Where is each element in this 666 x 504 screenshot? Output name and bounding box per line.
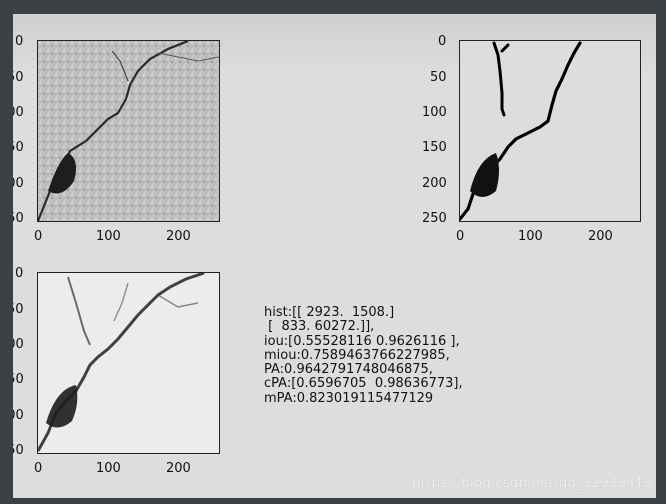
x-tick-label: 0 bbox=[456, 229, 465, 244]
prediction-panel bbox=[37, 272, 220, 454]
x-tick-label: 200 bbox=[166, 461, 191, 476]
x-tick-label: 0 bbox=[34, 229, 43, 244]
x-tick-label: 100 bbox=[96, 229, 121, 244]
x-tick-label: 200 bbox=[588, 229, 613, 244]
figure-canvas: 0 50 100 150 200 250 0 100 200 0 50 100 … bbox=[13, 14, 656, 498]
window-frame: 0 50 100 150 200 250 0 100 200 0 50 100 … bbox=[0, 0, 666, 504]
y-tick-label: 200 bbox=[422, 176, 447, 191]
y-tick-label: 50 bbox=[13, 302, 24, 317]
y-tick-label: 200 bbox=[13, 176, 24, 191]
y-tick-label: 0 bbox=[15, 34, 24, 49]
y-tick-label: 50 bbox=[430, 70, 447, 85]
prediction-image bbox=[38, 273, 205, 452]
y-tick-label: 250 bbox=[13, 211, 24, 226]
y-tick-label: 150 bbox=[13, 140, 24, 155]
y-tick-label: 100 bbox=[13, 337, 24, 352]
x-tick-label: 0 bbox=[34, 461, 43, 476]
hist-text: hist:[[ 2923. 1508.] [ 833. 60272.]], bbox=[264, 305, 395, 335]
mpa-text: mPA:0.823019115477129 bbox=[264, 390, 434, 406]
x-tick-label: 100 bbox=[518, 229, 543, 244]
iou-text: iou:[0.55528116 0.9626116 ], bbox=[264, 333, 460, 349]
y-tick-label: 0 bbox=[438, 34, 447, 49]
y-tick-label: 200 bbox=[13, 408, 24, 423]
pa-text: PA:0.9642791748046875, bbox=[264, 362, 433, 378]
y-tick-label: 100 bbox=[422, 105, 447, 120]
x-tick-label: 100 bbox=[96, 461, 121, 476]
watermark-text: https://blog.csdn.net/qq_32939413 bbox=[412, 475, 653, 491]
x-tick-label: 200 bbox=[166, 229, 191, 244]
y-tick-label: 100 bbox=[13, 105, 24, 120]
ground-truth-image bbox=[460, 41, 582, 221]
y-tick-label: 150 bbox=[422, 140, 447, 155]
y-tick-label: 250 bbox=[422, 211, 447, 226]
y-tick-label: 0 bbox=[15, 266, 24, 281]
input-image bbox=[38, 41, 219, 221]
input-image-panel bbox=[37, 40, 220, 222]
cpa-text: cPA:[0.6596705 0.98636773], bbox=[264, 376, 463, 392]
metrics-text: hist:[[ 2923. 1508.] [ 833. 60272.]], io… bbox=[264, 305, 463, 406]
miou-text: miou:0.7589463766227985, bbox=[264, 347, 450, 363]
ground-truth-panel bbox=[459, 40, 641, 222]
y-tick-label: 50 bbox=[13, 70, 24, 85]
y-tick-label: 150 bbox=[13, 372, 24, 387]
y-tick-label: 250 bbox=[13, 443, 24, 458]
